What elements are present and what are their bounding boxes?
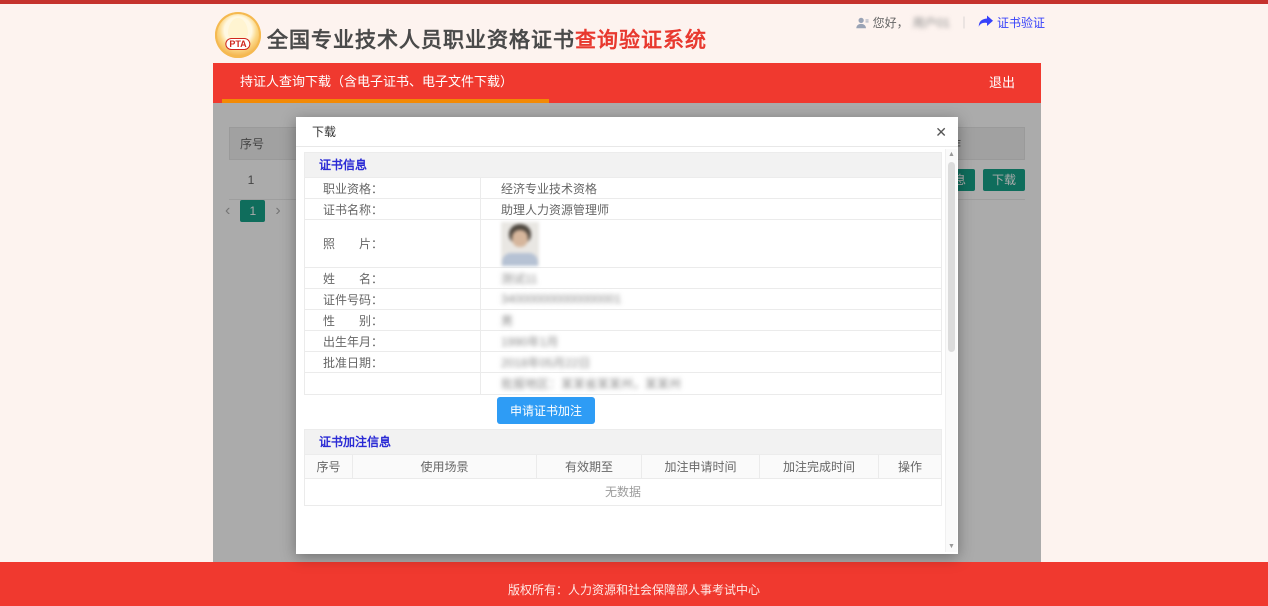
empty-data-text: 无数据 bbox=[604, 485, 641, 499]
field-label bbox=[305, 373, 481, 394]
photo-face bbox=[512, 230, 528, 247]
field-label: 出生年月： bbox=[305, 331, 481, 351]
col-valid-until: 有效期至 bbox=[537, 455, 642, 478]
col-apply-time: 加注申请时间 bbox=[642, 455, 760, 478]
col-index: 序号 bbox=[305, 455, 353, 478]
footer: 版权所有：人力资源和社会保障部人事考试中心 bbox=[0, 562, 1268, 606]
modal-title: 下载 bbox=[312, 125, 337, 139]
cert-info-section-heading: 证书信息 bbox=[304, 152, 942, 178]
field-label: 性 别： bbox=[305, 310, 481, 330]
field-value-masked: 340000000000000001 bbox=[501, 292, 622, 306]
field-value-masked: 1990年1月 bbox=[501, 334, 559, 349]
col-action: 操作 bbox=[897, 460, 922, 474]
cert-verify-label: 证书验证 bbox=[996, 16, 1045, 30]
logo-text: PTA bbox=[225, 38, 251, 50]
field-value-masked: 2018年05月22日 bbox=[501, 355, 591, 370]
field-value bbox=[481, 220, 941, 267]
field-label: 姓 名： bbox=[305, 268, 481, 288]
table-row: 批报地区：某某省某某州，某某州 bbox=[305, 373, 941, 394]
pta-logo: PTA bbox=[215, 12, 261, 58]
table-row: 照 片： bbox=[305, 220, 941, 268]
cert-verify-link[interactable]: 证书验证 bbox=[978, 14, 1045, 31]
table-row: 职业资格： 经济专业技术资格 bbox=[305, 178, 941, 199]
col-usage-scene: 使用场景 bbox=[353, 455, 537, 478]
table-row: 性 别： 男 bbox=[305, 310, 941, 331]
scrollbar-thumb[interactable] bbox=[948, 162, 955, 352]
site-title: 全国专业技术人员职业资格证书查询验证系统 bbox=[267, 24, 707, 54]
modal-scrollbar[interactable]: ▲ ▼ bbox=[945, 149, 957, 552]
cert-info-table: 职业资格： 经济专业技术资格 证书名称： 助理人力资源管理师 照 片： 姓 名：… bbox=[304, 178, 942, 395]
field-value-masked: 批报地区：某某省某某州，某某州 bbox=[501, 377, 682, 391]
table-row: 证件号码： 340000000000000001 bbox=[305, 289, 941, 310]
user-info: 您好， 用户01 ｜ 证书验证 bbox=[855, 14, 1045, 31]
field-value: 助理人力资源管理师 bbox=[501, 202, 610, 217]
field-value-masked: 测试11 bbox=[501, 271, 538, 286]
field-label: 证书名称： bbox=[305, 199, 481, 219]
field-label: 证件号码： bbox=[305, 289, 481, 309]
field-value-masked: 男 bbox=[501, 313, 514, 328]
table-row: 姓 名： 测试11 bbox=[305, 268, 941, 289]
modal-header: 下载 ✕ bbox=[296, 117, 958, 147]
greeting-text: 您好， bbox=[872, 16, 909, 30]
scroll-down-icon[interactable]: ▼ bbox=[946, 543, 957, 550]
separator: ｜ bbox=[957, 16, 970, 30]
copyright-text: 版权所有：人力资源和社会保障部人事考试中心 bbox=[507, 583, 760, 597]
apply-row: 申请证书加注 bbox=[304, 395, 942, 429]
download-modal: 下载 ✕ 证书信息 职业资格： 经济专业技术资格 证书名称： 助理人力资源管理师… bbox=[296, 117, 958, 554]
nav-bar: 持证人查询下载（含电子证书、电子文件下载） 退出 bbox=[213, 63, 1041, 103]
username: 用户01 bbox=[912, 16, 950, 30]
table-row: 出生年月： 1990年1月 bbox=[305, 331, 941, 352]
page-header: PTA 全国专业技术人员职业资格证书查询验证系统 您好， 用户01 ｜ 证书验证 bbox=[213, 4, 1045, 63]
table-row: 证书名称： 助理人力资源管理师 bbox=[305, 199, 941, 220]
annotation-table: 序号 使用场景 有效期至 加注申请时间 加注完成时间 操作 无数据 bbox=[304, 455, 942, 506]
field-label: 批准日期： bbox=[305, 352, 481, 372]
field-value: 经济专业技术资格 bbox=[501, 181, 598, 196]
annotation-table-header: 序号 使用场景 有效期至 加注申请时间 加注完成时间 操作 bbox=[305, 455, 941, 479]
screen: PTA 全国专业技术人员职业资格证书查询验证系统 您好， 用户01 ｜ 证书验证… bbox=[0, 0, 1268, 606]
scroll-up-icon[interactable]: ▲ bbox=[946, 151, 957, 158]
field-label: 照 片： bbox=[305, 220, 481, 267]
logo-petal bbox=[228, 18, 248, 40]
field-label: 职业资格： bbox=[305, 178, 481, 198]
site-title-main: 全国专业技术人员职业资格证书 bbox=[267, 29, 575, 52]
certificate-photo bbox=[501, 222, 539, 266]
annotation-section-heading: 证书加注信息 bbox=[304, 429, 942, 455]
photo-shirt bbox=[502, 253, 538, 266]
apply-annotation-button[interactable]: 申请证书加注 bbox=[497, 397, 596, 424]
table-row: 批准日期： 2018年05月22日 bbox=[305, 352, 941, 373]
share-arrow-icon bbox=[978, 15, 993, 31]
tab-holder-query-download[interactable]: 持证人查询下载（含电子证书、电子文件下载） bbox=[222, 63, 531, 103]
modal-body: 证书信息 职业资格： 经济专业技术资格 证书名称： 助理人力资源管理师 照 片： bbox=[304, 148, 942, 554]
site-title-accent: 查询验证系统 bbox=[575, 29, 707, 52]
col-complete-time: 加注完成时间 bbox=[760, 455, 879, 478]
user-icon bbox=[855, 16, 869, 30]
logout-button[interactable]: 退出 bbox=[989, 63, 1015, 103]
close-icon[interactable]: ✕ bbox=[935, 117, 947, 147]
